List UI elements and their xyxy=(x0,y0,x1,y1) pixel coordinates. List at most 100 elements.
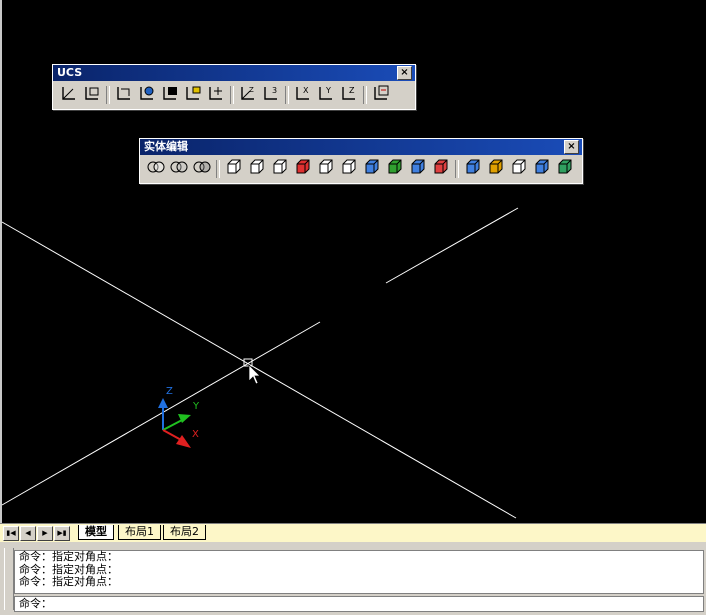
crosshair-line-down xyxy=(1,221,517,519)
copy-faces-icon xyxy=(362,157,382,181)
command-history-line: 命令：指定对角点： xyxy=(19,550,118,563)
shell-button[interactable] xyxy=(532,159,552,179)
color-faces-icon xyxy=(385,157,405,181)
svg-text:X: X xyxy=(303,86,309,95)
check-icon xyxy=(555,157,575,181)
x-axis-label: X xyxy=(192,429,199,440)
3point-ucs-button[interactable]: 3 xyxy=(261,85,281,105)
ucs-toolbar-buttons: Z 3 X Y Z xyxy=(53,81,415,109)
ucs-toolbar-separator xyxy=(106,86,110,104)
view-ucs-button[interactable] xyxy=(183,85,203,105)
ucs-toolbar-separator xyxy=(363,86,367,104)
ucs-button[interactable] xyxy=(59,85,79,105)
ucs-axis-icon: Z Y X xyxy=(158,386,200,448)
tab-layout1[interactable]: 布局1 xyxy=(118,525,161,540)
origin-ucs-button[interactable] xyxy=(206,85,226,105)
extrude-faces-icon xyxy=(224,157,244,181)
z-axis-vector-ucs-icon: Z xyxy=(238,83,258,107)
taper-faces-icon xyxy=(339,157,359,181)
layout-tab-bar: ▮◀ ◀ ▶ ▶▮ 模型 布局1 布局2 xyxy=(0,523,706,542)
color-edges-button[interactable] xyxy=(431,159,451,179)
solid-editing-toolbar-buttons xyxy=(140,155,582,183)
object-ucs-button[interactable] xyxy=(137,85,157,105)
delete-faces-icon xyxy=(293,157,313,181)
check-button[interactable] xyxy=(555,159,575,179)
tab-model[interactable]: 模型 xyxy=(78,525,114,540)
offset-faces-button[interactable] xyxy=(270,159,290,179)
x-axis-rotate-ucs-icon: X xyxy=(293,83,313,107)
object-ucs-icon xyxy=(137,83,157,107)
ucs-toolbar-separator xyxy=(230,86,234,104)
command-history-line: 命令：指定对角点： xyxy=(19,575,118,588)
apply-ucs-button[interactable] xyxy=(371,85,391,105)
subtract-button[interactable] xyxy=(169,159,189,179)
z-axis-label: Z xyxy=(166,386,173,397)
ucs-previous-button[interactable] xyxy=(82,85,102,105)
ucs-toolbar-close-button[interactable]: × xyxy=(397,66,412,80)
face-ucs-button[interactable] xyxy=(160,85,180,105)
ucs-icon xyxy=(59,83,79,107)
svg-text:Z: Z xyxy=(349,86,355,95)
ucs-toolbar-title-text: UCS xyxy=(57,66,83,79)
ucs-toolbar-title[interactable]: UCS × xyxy=(53,65,415,81)
taper-faces-button[interactable] xyxy=(339,159,359,179)
rotate-faces-icon xyxy=(316,157,336,181)
origin-ucs-icon xyxy=(206,83,226,107)
tab-layout2[interactable]: 布局2 xyxy=(163,525,206,540)
command-input[interactable]: 命令： xyxy=(14,596,704,612)
ucs-toolbar[interactable]: UCS × Z 3 X Y Z xyxy=(52,64,416,110)
rotate-faces-button[interactable] xyxy=(316,159,336,179)
y-axis-rotate-ucs-button[interactable]: Y xyxy=(316,85,336,105)
copy-faces-button[interactable] xyxy=(362,159,382,179)
y-axis-rotate-ucs-icon: Y xyxy=(316,83,336,107)
union-icon xyxy=(146,157,166,181)
solid-editing-toolbar-separator xyxy=(216,160,220,178)
extrude-faces-button[interactable] xyxy=(224,159,244,179)
separate-icon xyxy=(509,157,529,181)
ucs-previous-icon xyxy=(82,83,102,107)
next-tab-button[interactable]: ▶ xyxy=(37,526,53,541)
crosshair-line-up-left xyxy=(1,321,321,506)
face-ucs-icon xyxy=(160,83,180,107)
solid-editing-toolbar-title-text: 实体编辑 xyxy=(144,140,188,153)
command-window: 命令：指定对角点： 命令：指定对角点： 命令：指定对角点： 命令： xyxy=(0,542,706,615)
move-faces-icon xyxy=(247,157,267,181)
move-faces-button[interactable] xyxy=(247,159,267,179)
shell-icon xyxy=(532,157,552,181)
z-axis-rotate-ucs-icon: Z xyxy=(339,83,359,107)
3point-ucs-icon: 3 xyxy=(261,83,281,107)
world-ucs-button[interactable] xyxy=(114,85,134,105)
color-edges-icon xyxy=(431,157,451,181)
apply-ucs-icon xyxy=(371,83,391,107)
intersect-button[interactable] xyxy=(192,159,212,179)
solid-editing-toolbar[interactable]: 实体编辑 × xyxy=(139,138,583,184)
offset-faces-icon xyxy=(270,157,290,181)
command-history-line: 命令：指定对角点： xyxy=(19,562,118,576)
last-tab-button[interactable]: ▶▮ xyxy=(54,526,70,541)
world-ucs-icon xyxy=(114,83,134,107)
svg-text:Y: Y xyxy=(325,86,331,95)
svg-text:Z: Z xyxy=(249,86,254,94)
subtract-icon xyxy=(169,157,189,181)
delete-faces-button[interactable] xyxy=(293,159,313,179)
imprint-button[interactable] xyxy=(463,159,483,179)
prev-tab-button[interactable]: ◀ xyxy=(20,526,36,541)
clean-button[interactable] xyxy=(486,159,506,179)
command-window-grip[interactable] xyxy=(4,548,14,610)
x-axis-rotate-ucs-button[interactable]: X xyxy=(293,85,313,105)
z-axis-rotate-ucs-button[interactable]: Z xyxy=(339,85,359,105)
z-axis-vector-ucs-button[interactable]: Z xyxy=(238,85,258,105)
command-history[interactable]: 命令：指定对角点： 命令：指定对角点： 命令：指定对角点： xyxy=(14,550,704,594)
solid-editing-toolbar-close-button[interactable]: × xyxy=(564,140,579,154)
first-tab-button[interactable]: ▮◀ xyxy=(3,526,19,541)
union-button[interactable] xyxy=(146,159,166,179)
solid-editing-toolbar-title[interactable]: 实体编辑 × xyxy=(140,139,582,155)
separate-button[interactable] xyxy=(509,159,529,179)
intersect-icon xyxy=(192,157,212,181)
copy-edges-icon xyxy=(408,157,428,181)
view-ucs-icon xyxy=(183,83,203,107)
svg-text:3: 3 xyxy=(272,86,277,95)
imprint-icon xyxy=(463,157,483,181)
color-faces-button[interactable] xyxy=(385,159,405,179)
copy-edges-button[interactable] xyxy=(408,159,428,179)
